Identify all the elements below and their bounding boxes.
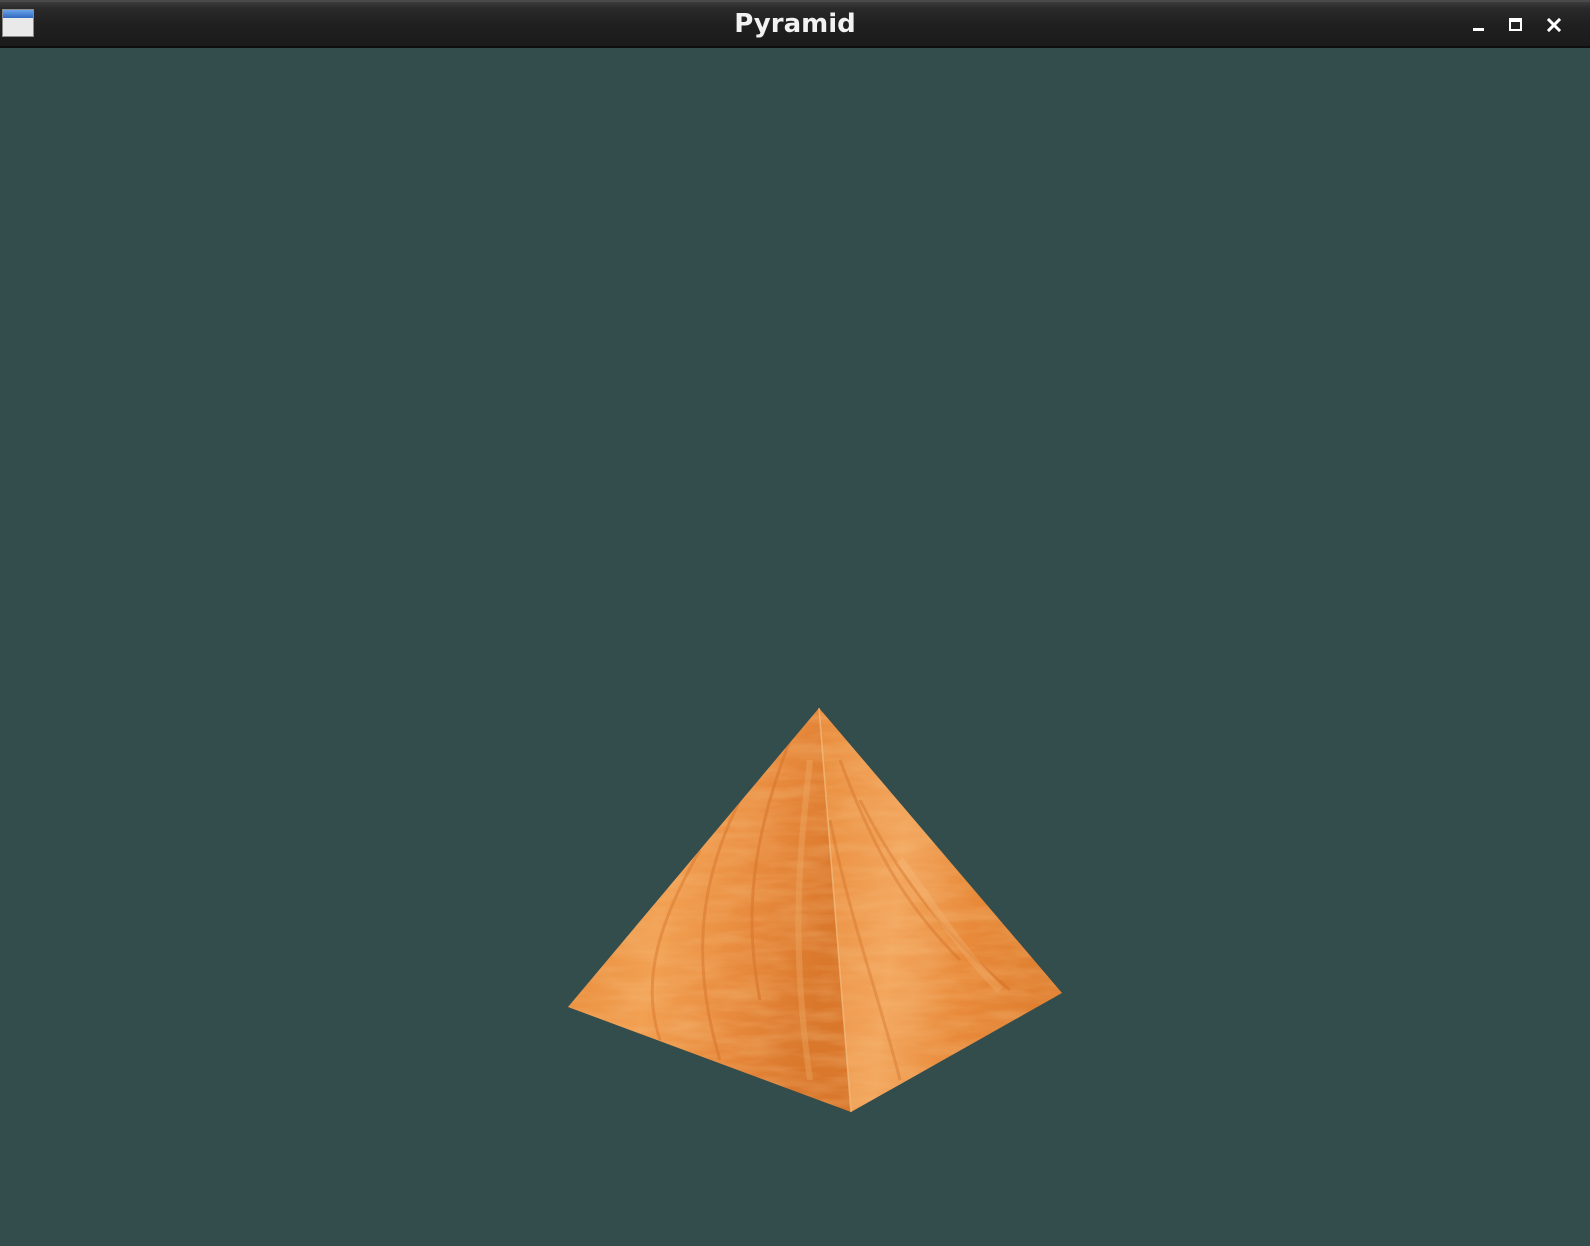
pyramid-scene [568,707,1062,1113]
window-title: Pyramid [734,9,856,39]
minimize-button[interactable] [1468,14,1490,36]
title-bar[interactable]: Pyramid [0,0,1590,48]
app-window: Pyramid [0,0,1590,1246]
render-viewport[interactable] [0,48,1590,1246]
app-window-icon[interactable] [2,9,34,37]
maximize-button[interactable] [1505,14,1527,36]
close-icon [1546,17,1562,33]
close-button[interactable] [1543,14,1565,36]
minimize-icon [1473,28,1484,31]
maximize-icon [1509,18,1522,31]
